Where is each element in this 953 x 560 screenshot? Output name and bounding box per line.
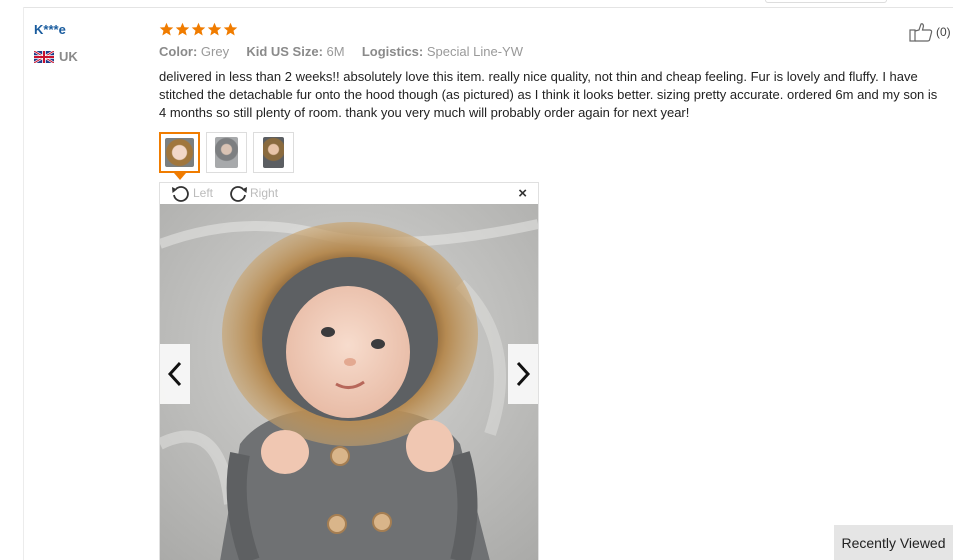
baby-in-fur-hood-image: [160, 204, 538, 560]
review-photo: [160, 204, 538, 560]
rotate-right-label: Right: [250, 186, 279, 200]
viewer-toolbar: Left Right ×: [160, 183, 538, 203]
star-icon: [175, 22, 190, 36]
star-icon: [191, 22, 206, 36]
rotate-left-button[interactable]: Left: [170, 184, 213, 202]
next-photo-button[interactable]: [508, 344, 538, 404]
reviewer-country-label: UK: [59, 49, 78, 64]
photo-thumbnails: [159, 132, 294, 173]
rotate-left-icon: [172, 186, 189, 202]
chevron-left-icon: [167, 361, 182, 387]
review-body: delivered in less than 2 weeks!! absolut…: [159, 69, 938, 120]
top-divider: [24, 7, 953, 8]
photo-thumbnail[interactable]: [253, 132, 294, 173]
previous-photo-button[interactable]: [160, 344, 190, 404]
order-attributes: Color: Grey Kid US Size: 6M Logistics: S…: [159, 44, 523, 59]
uk-flag-icon: [34, 50, 54, 63]
thumbs-up-icon[interactable]: [909, 22, 933, 42]
attr-color-label: Color:: [159, 44, 198, 59]
attr-size-value: 6M: [326, 44, 345, 59]
photo-viewer: Left Right ×: [159, 182, 539, 560]
attr-color-value: Grey: [200, 44, 230, 59]
top-control-edge: [765, 0, 887, 3]
rotate-right-icon: [230, 186, 248, 202]
photo-thumbnail[interactable]: [206, 132, 247, 173]
recently-viewed-button[interactable]: Recently Viewed: [834, 525, 953, 560]
rotate-left-label: Left: [193, 186, 214, 200]
active-thumbnail-caret: [174, 173, 186, 180]
reviewer-name[interactable]: K***e: [34, 22, 66, 37]
star-rating: [159, 22, 238, 37]
star-icon: [159, 22, 174, 36]
review-page: K***e UK Color: Grey Kid US Size: 6M Log…: [0, 0, 953, 560]
attr-logistics-value: Special Line-YW: [426, 44, 523, 59]
photo-thumbnail[interactable]: [159, 132, 200, 173]
reviewer-country: UK: [34, 49, 78, 64]
rotate-right-button[interactable]: Right: [227, 184, 278, 202]
left-divider: [23, 7, 24, 560]
star-icon: [207, 22, 222, 36]
helpful-count: (0): [936, 25, 951, 39]
close-viewer-button[interactable]: ×: [518, 186, 527, 201]
chevron-right-icon: [516, 361, 531, 387]
attr-size-label: Kid US Size:: [246, 44, 323, 59]
attr-logistics-label: Logistics:: [361, 44, 424, 59]
helpful-button[interactable]: (0): [909, 22, 951, 42]
star-icon: [223, 22, 238, 36]
